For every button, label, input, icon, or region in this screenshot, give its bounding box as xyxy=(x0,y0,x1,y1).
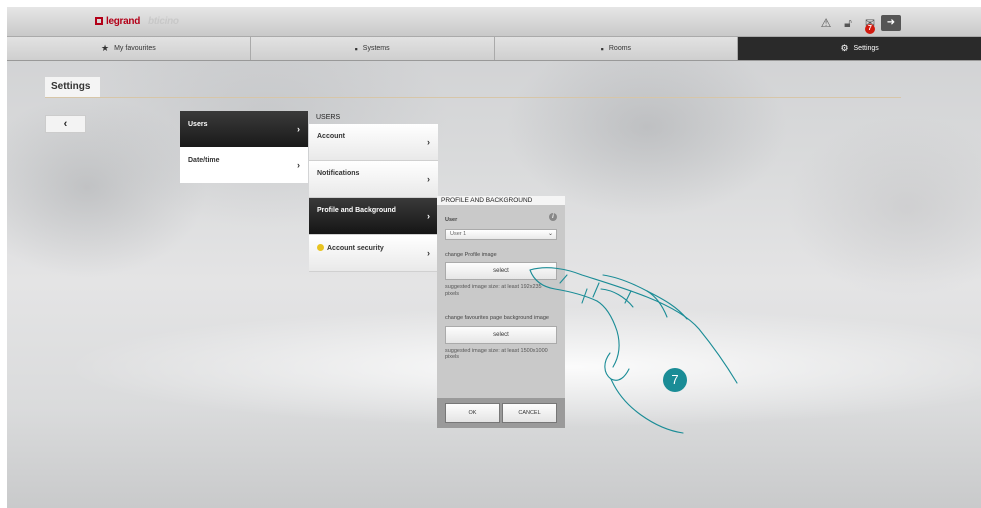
pointing-hand-illustration xyxy=(529,267,738,434)
step-callout: 7 xyxy=(663,368,687,392)
app-screen: legrand bticino ⚠ 🔓︎ ✉ 7 ➜ ★ My favourites… xyxy=(7,7,981,508)
